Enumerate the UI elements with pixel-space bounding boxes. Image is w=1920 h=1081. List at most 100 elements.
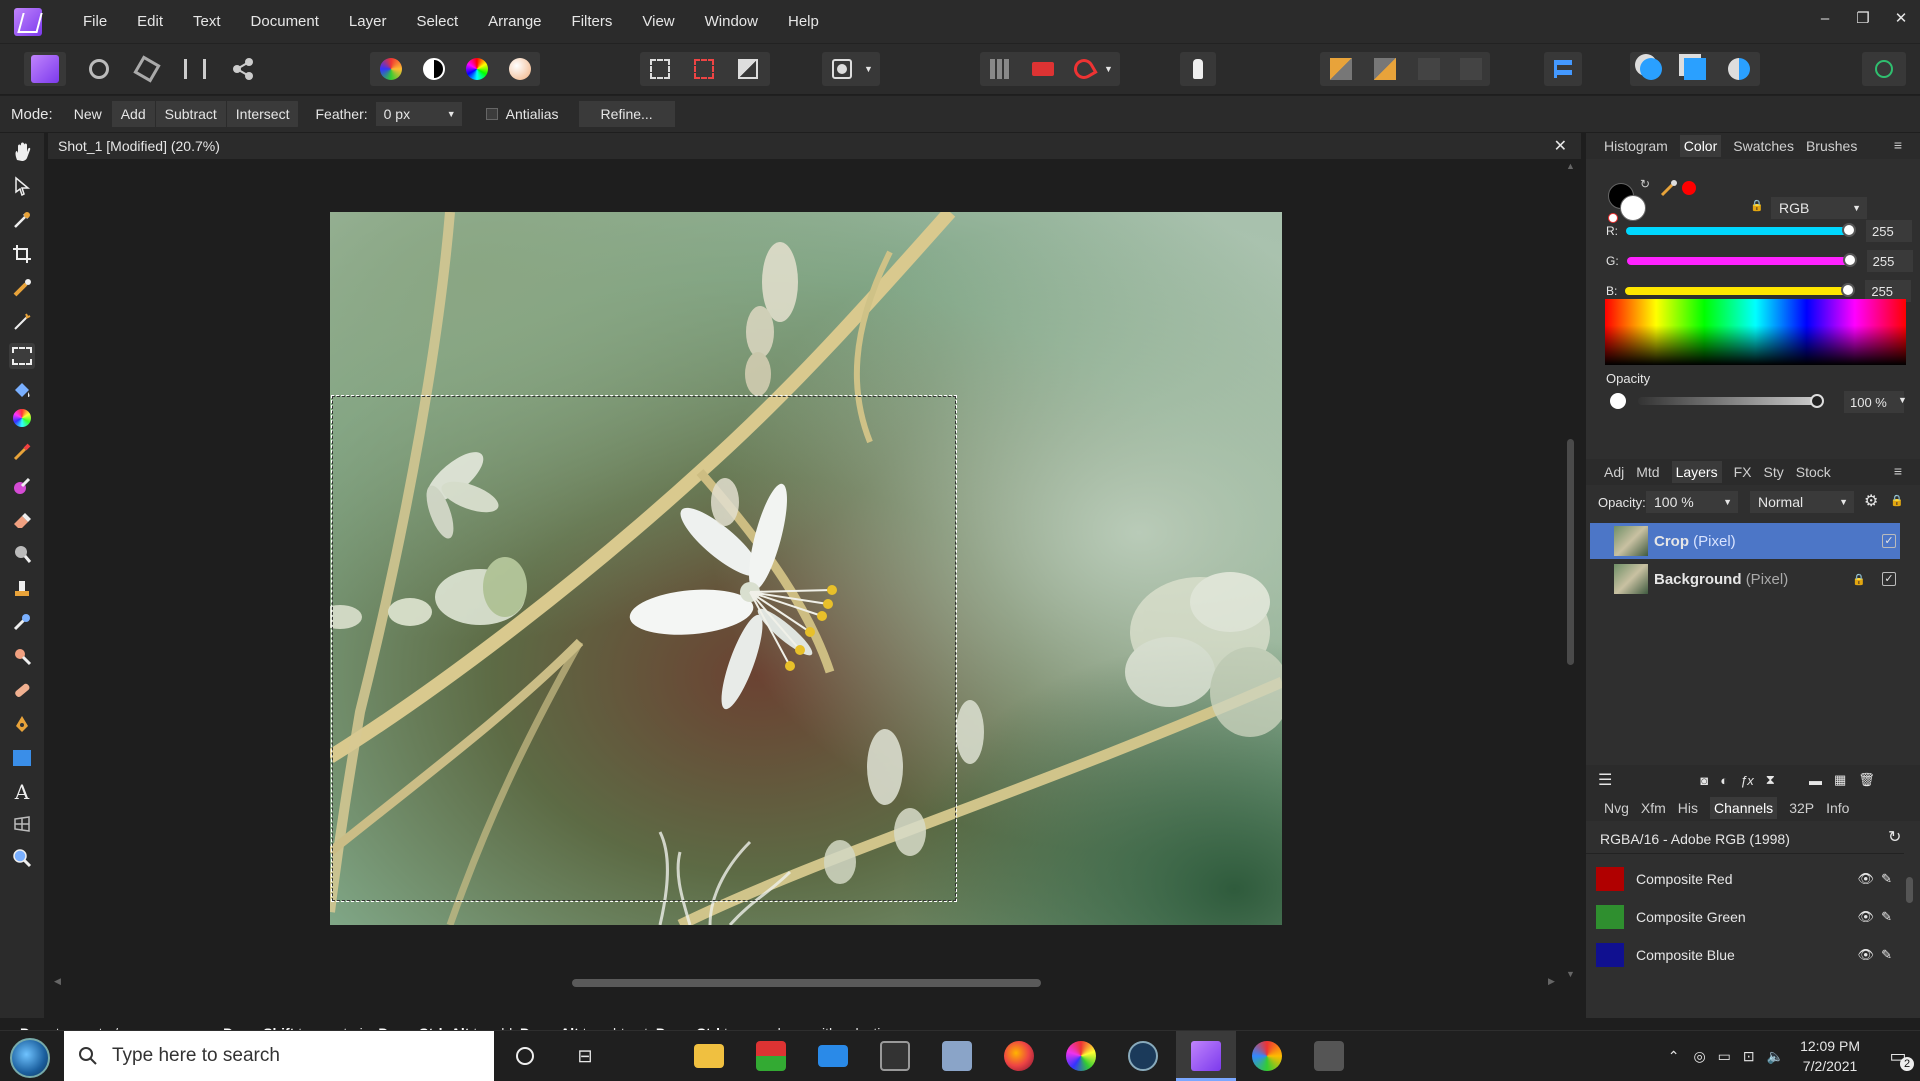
chevron-down-icon[interactable]: ▼ <box>447 109 456 119</box>
green-value-field[interactable]: 255 <box>1866 250 1913 272</box>
account-button[interactable] <box>1862 52 1906 86</box>
move-forward-one-icon[interactable] <box>1418 58 1440 80</box>
paint-brush-tool-icon[interactable] <box>9 439 35 465</box>
picked-color-swatch[interactable] <box>1682 181 1696 195</box>
taskbar-search-box[interactable]: Type here to search <box>64 1031 494 1081</box>
menu-filters[interactable]: Filters <box>557 13 628 30</box>
select-all-icon[interactable] <box>650 59 670 79</box>
layer-visibility-checkbox[interactable]: ✓ <box>1882 534 1896 548</box>
restore-button[interactable]: ❐ <box>1844 0 1882 40</box>
layers-stack-icon[interactable]: ☰ <box>1598 770 1612 790</box>
fx-icon[interactable]: ƒx <box>1740 773 1754 788</box>
green-slider[interactable] <box>1626 253 1857 267</box>
red-slider[interactable] <box>1626 223 1856 237</box>
selection-brush-tool-icon[interactable] <box>9 275 35 301</box>
tab-brushes[interactable]: Brushes <box>1806 138 1857 154</box>
subtract-operation-icon[interactable] <box>1684 58 1706 80</box>
layer-row-crop[interactable]: Crop (Pixel) ✓ <box>1590 523 1900 559</box>
taskbar-clock[interactable]: 12:09 PM 7/2/2021 <box>1800 1036 1860 1076</box>
tab-metadata[interactable]: Mtd <box>1636 464 1659 480</box>
crop-tool-icon[interactable] <box>9 241 35 267</box>
invert-selection-icon[interactable] <box>738 59 758 79</box>
intersect-operation-icon[interactable] <box>1728 58 1750 80</box>
move-back-one-icon[interactable] <box>1374 58 1396 80</box>
pen-tool-icon[interactable] <box>9 711 35 737</box>
cortana-icon[interactable] <box>510 1041 540 1071</box>
horizontal-scroll-thumb[interactable] <box>572 979 1041 987</box>
levels-icon[interactable] <box>380 58 402 80</box>
menu-edit[interactable]: Edit <box>122 13 178 30</box>
red-slider-knob[interactable] <box>1842 223 1856 237</box>
tone-mapping-persona-icon[interactable] <box>178 52 212 86</box>
tab-fx[interactable]: FX <box>1734 464 1752 480</box>
channel-row-green[interactable]: Composite Green 👁 ✎ <box>1590 901 1900 933</box>
channel-row-blue[interactable]: Composite Blue 👁 ✎ <box>1590 939 1900 971</box>
chevron-down-icon[interactable]: ▼ <box>1898 395 1907 405</box>
lock-icon[interactable]: 🔒 <box>1852 573 1866 586</box>
document-tab[interactable]: Shot_1 [Modified] (20.7%) ✕ <box>48 133 1581 159</box>
move-tool-icon[interactable] <box>9 173 35 199</box>
menu-select[interactable]: Select <box>401 13 473 30</box>
red-value-field[interactable]: 255 <box>1866 220 1912 242</box>
rectangle-tool-icon[interactable] <box>9 745 35 771</box>
trash-icon[interactable]: 🗑 <box>1858 772 1875 788</box>
alignment-button[interactable] <box>1544 52 1582 86</box>
panel-menu-icon[interactable]: ≡ <box>1894 463 1902 479</box>
blur-brush-tool-icon[interactable] <box>9 643 35 669</box>
close-window-button[interactable]: ✕ <box>1882 0 1920 40</box>
refine-button[interactable]: Refine... <box>578 101 675 127</box>
minimize-button[interactable]: – <box>1806 0 1844 40</box>
menu-text[interactable]: Text <box>178 13 236 30</box>
lock-icon[interactable]: 🔒 <box>1750 199 1764 212</box>
rectangular-marquee-tool-icon[interactable] <box>9 343 35 369</box>
chevron-up-icon[interactable]: ⌃ <box>1668 1048 1680 1065</box>
tab-32p[interactable]: 32P <box>1789 800 1814 816</box>
tab-channels[interactable]: Channels <box>1710 797 1778 819</box>
color-replacement-tool-icon[interactable] <box>9 473 35 499</box>
antialias-checkbox[interactable] <box>485 108 498 120</box>
eyedropper-icon[interactable] <box>1660 179 1678 197</box>
snapping-icon[interactable] <box>990 59 1010 79</box>
chrome-icon[interactable] <box>1252 1041 1282 1071</box>
steam-icon[interactable] <box>1128 1041 1158 1071</box>
task-view-icon[interactable]: ⊟ <box>570 1041 600 1071</box>
force-pixel-alignment-icon[interactable] <box>1032 62 1054 76</box>
gear-icon[interactable]: ⚙ <box>1864 491 1878 511</box>
pencil-icon[interactable]: ✎ <box>1881 871 1892 887</box>
aperture-app-icon[interactable] <box>1066 1041 1096 1071</box>
mode-intersect-button[interactable]: Intersect <box>227 101 300 127</box>
tab-styles[interactable]: Sty <box>1764 464 1784 480</box>
horizontal-scrollbar[interactable]: ◀ ▶ <box>48 975 1561 991</box>
app-icon[interactable] <box>1314 1041 1344 1071</box>
menu-file[interactable]: File <box>68 13 122 30</box>
photo-persona-button[interactable] <box>24 52 66 86</box>
pencil-icon[interactable]: ✎ <box>1881 947 1892 963</box>
hand-tool-icon[interactable] <box>9 139 35 165</box>
opacity-slider[interactable] <box>1638 394 1824 408</box>
move-to-front-icon[interactable] <box>1460 58 1482 80</box>
edge-icon[interactable] <box>632 1041 662 1071</box>
quick-mask-icon[interactable] <box>832 59 852 79</box>
menu-window[interactable]: Window <box>690 13 773 30</box>
layer-row-background[interactable]: Background (Pixel) 🔒 ✓ <box>1590 561 1900 597</box>
camera-icon[interactable]: ◎ <box>1693 1048 1705 1065</box>
menu-layer[interactable]: Layer <box>334 13 402 30</box>
tab-histogram[interactable]: Histogram <box>1604 138 1668 154</box>
secondary-color-well[interactable] <box>1620 195 1646 221</box>
mode-new-button[interactable]: New <box>64 101 112 127</box>
refresh-icon[interactable]: ↻ <box>1888 827 1901 847</box>
tab-info[interactable]: Info <box>1826 800 1849 816</box>
opacity-slider-knob[interactable] <box>1810 394 1824 408</box>
live-filter-icon[interactable]: ⧗ <box>1766 772 1775 788</box>
mode-subtract-button[interactable]: Subtract <box>156 101 227 127</box>
mode-add-button[interactable]: Add <box>112 101 156 127</box>
flood-fill-tool-icon[interactable] <box>9 377 35 403</box>
text-tool-icon[interactable]: A <box>9 779 35 805</box>
blend-mode-dropdown[interactable]: Normal ▼ <box>1750 491 1854 513</box>
notification-center-button[interactable]: ▭ 2 <box>1876 1031 1920 1081</box>
eye-icon[interactable]: 👁 <box>1857 909 1874 925</box>
white-balance-icon[interactable] <box>509 58 531 80</box>
group-folder-icon[interactable]: ▬ <box>1809 773 1822 788</box>
mesh-warp-tool-icon[interactable] <box>9 811 35 837</box>
healing-brush-tool-icon[interactable] <box>9 677 35 703</box>
